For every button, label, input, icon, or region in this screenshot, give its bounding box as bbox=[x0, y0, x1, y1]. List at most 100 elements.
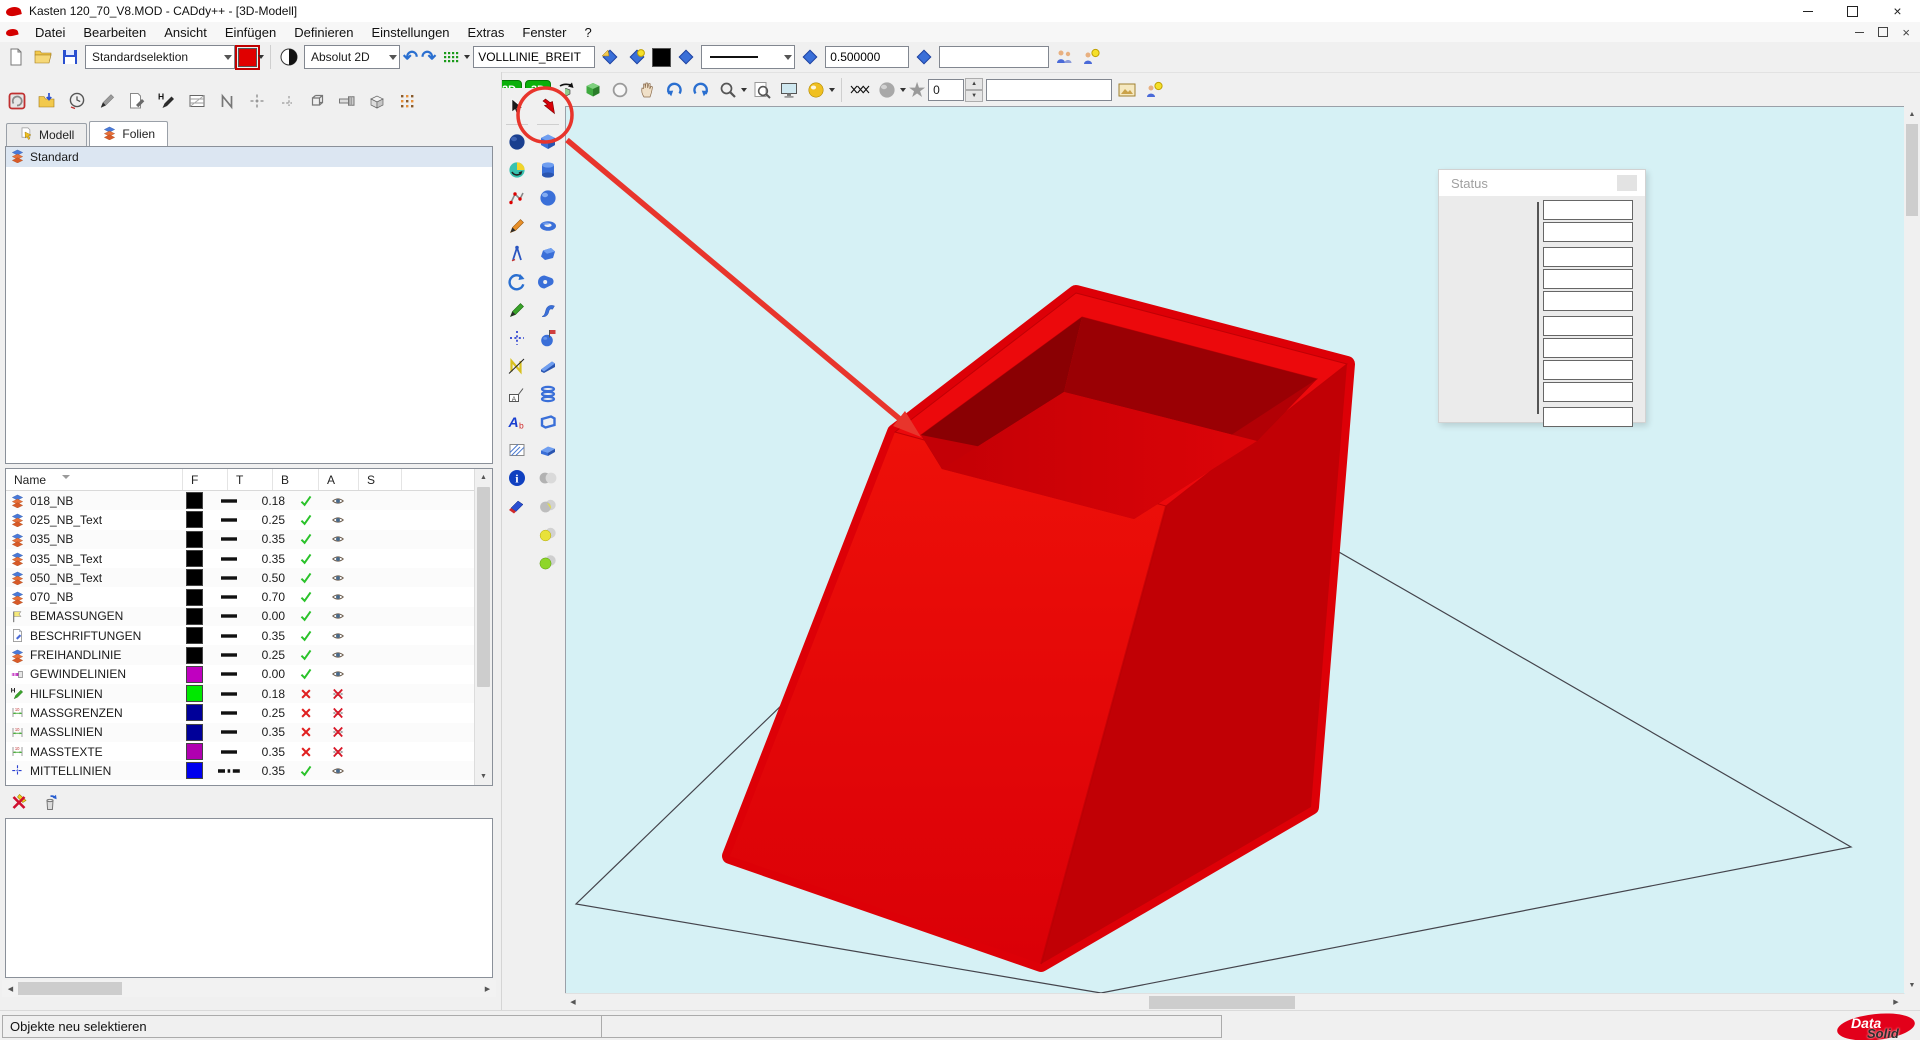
status-field-8[interactable] bbox=[1543, 360, 1633, 380]
layer-linewidth[interactable]: 0.00 bbox=[248, 607, 290, 626]
layer-color-swatch[interactable] bbox=[176, 530, 212, 549]
layer-row-masstexte[interactable]: 10MASSTEXTE0.35 bbox=[6, 742, 492, 761]
layer-active-check-icon[interactable] bbox=[290, 645, 321, 664]
tool-pencil-green[interactable] bbox=[504, 297, 530, 323]
line-width-input[interactable] bbox=[825, 46, 909, 68]
spinner-down-icon[interactable]: ▼ bbox=[965, 90, 983, 102]
status-field-6[interactable] bbox=[1543, 316, 1633, 336]
menu-ansicht[interactable]: Ansicht bbox=[155, 25, 216, 40]
close-button[interactable]: × bbox=[1875, 0, 1920, 22]
layer-color-swatch[interactable] bbox=[176, 742, 212, 761]
tool-spheres-gray[interactable] bbox=[535, 465, 561, 491]
chevron-down-icon[interactable] bbox=[389, 55, 397, 60]
viewport-horizontal-scrollbar[interactable]: ◀ ▶ bbox=[565, 993, 1904, 1011]
side-tool-grid-dots-orange[interactable] bbox=[394, 88, 420, 114]
layer-active-check-icon[interactable] bbox=[290, 626, 321, 645]
layer-active-check-icon[interactable] bbox=[290, 568, 321, 587]
layer-linewidth[interactable]: 0.35 bbox=[248, 723, 290, 742]
tool-sphere-green[interactable] bbox=[535, 549, 561, 575]
tool-sphere-navy[interactable] bbox=[504, 129, 530, 155]
undo-button[interactable]: ↶ bbox=[403, 48, 418, 66]
scroll-up-icon[interactable]: ▲ bbox=[1904, 106, 1920, 122]
side-tool-page-pencil[interactable] bbox=[124, 88, 150, 114]
zoom-button[interactable] bbox=[716, 78, 747, 102]
layer-row-050_nb_text[interactable]: 050_NB_Text0.50 bbox=[6, 568, 492, 587]
layer-hidden-icon[interactable] bbox=[321, 684, 355, 703]
scroll-right-icon[interactable]: ▶ bbox=[479, 980, 496, 997]
tool-torus-blue[interactable] bbox=[535, 213, 561, 239]
linetype-apply-icon[interactable] bbox=[598, 45, 622, 69]
layer-row-025_nb_text[interactable]: 025_NB_Text0.25 bbox=[6, 510, 492, 529]
layer-linestyle[interactable] bbox=[212, 723, 248, 742]
layer-linewidth[interactable]: 0.25 bbox=[248, 703, 290, 722]
status-field-2[interactable] bbox=[1543, 222, 1633, 242]
layer-color-swatch[interactable] bbox=[176, 549, 212, 568]
tool-label-a[interactable]: A bbox=[504, 381, 530, 407]
menu-definieren[interactable]: Definieren bbox=[285, 25, 362, 40]
tool-prism-blue[interactable] bbox=[535, 241, 561, 267]
tool-cursor-black[interactable] bbox=[504, 94, 530, 120]
layer-row-masslinien[interactable]: 10MASSLINIEN0.35 bbox=[6, 723, 492, 742]
layer-active-check-icon[interactable] bbox=[290, 510, 321, 529]
tool-sphere-teal[interactable] bbox=[504, 157, 530, 183]
tool-spring-blue[interactable] bbox=[535, 381, 561, 407]
layer-row-beschriftungen[interactable]: BESCHRIFTUNGEN0.35 bbox=[6, 626, 492, 645]
chevron-down-icon[interactable] bbox=[784, 55, 792, 60]
linetype-input[interactable] bbox=[473, 46, 595, 68]
column-header-a[interactable]: A bbox=[319, 469, 359, 490]
table-vertical-scrollbar[interactable]: ▲ ▼ bbox=[474, 469, 492, 785]
line-style-dropdown[interactable] bbox=[701, 45, 795, 69]
coordinate-mode-dropdown[interactable]: Absolut 2D bbox=[304, 45, 400, 69]
menu-einfgen[interactable]: Einfügen bbox=[216, 25, 285, 40]
layer-linewidth[interactable]: 0.00 bbox=[248, 665, 290, 684]
tool-pencil-orange[interactable] bbox=[504, 213, 530, 239]
scroll-left-icon[interactable]: ◀ bbox=[2, 980, 19, 997]
layer-visible-eye-icon[interactable] bbox=[321, 491, 355, 510]
layer-linewidth[interactable]: 0.35 bbox=[248, 530, 290, 549]
layer-linewidth[interactable]: 0.25 bbox=[248, 645, 290, 664]
layer-linewidth[interactable]: 0.35 bbox=[248, 742, 290, 761]
layer-active-check-icon[interactable] bbox=[290, 530, 321, 549]
scroll-left-icon[interactable]: ◀ bbox=[565, 994, 581, 1010]
layer-hidden-icon[interactable] bbox=[321, 703, 355, 722]
side-tool-folder-1[interactable] bbox=[34, 88, 60, 114]
tool-hatch-blue[interactable] bbox=[504, 437, 530, 463]
side-tool-n-lines[interactable] bbox=[214, 88, 240, 114]
layer-lamp-button[interactable] bbox=[1079, 45, 1103, 69]
tool-sphere-yellow-gray[interactable] bbox=[535, 521, 561, 547]
layer-linewidth[interactable]: 0.50 bbox=[248, 568, 290, 587]
toolbar2-input[interactable] bbox=[986, 79, 1112, 101]
shaded-view-button[interactable] bbox=[581, 78, 605, 102]
scroll-right-icon[interactable]: ▶ bbox=[1888, 994, 1904, 1010]
status-field-1[interactable] bbox=[1543, 200, 1633, 220]
tool-text-ab[interactable]: Ab bbox=[504, 409, 530, 435]
layer-linewidth[interactable]: 0.35 bbox=[248, 761, 290, 780]
layer-hidden-icon[interactable] bbox=[321, 742, 355, 761]
model-viewport[interactable]: Status bbox=[565, 106, 1905, 994]
color-swatch[interactable] bbox=[652, 48, 671, 67]
dropdown-arrow-icon[interactable] bbox=[829, 88, 835, 92]
tool-cube-blue[interactable] bbox=[535, 129, 561, 155]
layer-color-swatch[interactable] bbox=[176, 626, 212, 645]
layer-visible-eye-icon[interactable] bbox=[321, 530, 355, 549]
new-file-button[interactable] bbox=[4, 45, 28, 69]
layer-visible-eye-icon[interactable] bbox=[321, 645, 355, 664]
grid-settings-button[interactable] bbox=[439, 45, 470, 69]
layer-visible-eye-icon[interactable] bbox=[321, 568, 355, 587]
side-tool-cube-wire[interactable] bbox=[304, 88, 330, 114]
layer-visible-eye-icon[interactable] bbox=[321, 607, 355, 626]
status-field-3[interactable] bbox=[1543, 247, 1633, 267]
maximize-button[interactable] bbox=[1830, 0, 1875, 22]
layer-active-check-icon[interactable] bbox=[290, 665, 321, 684]
tool-cylinder-blue[interactable] bbox=[535, 157, 561, 183]
side-tool-bolt-side[interactable] bbox=[334, 88, 360, 114]
pan-button[interactable] bbox=[635, 78, 659, 102]
layer-row-035_nb_text[interactable]: 035_NB_Text0.35 bbox=[6, 549, 492, 568]
redo-button[interactable]: ↷ bbox=[421, 48, 436, 66]
layer-color-swatch[interactable] bbox=[176, 645, 212, 664]
layer-row-gewindelinien[interactable]: GEWINDELINIEN0.00 bbox=[6, 665, 492, 684]
linetype-lamp-icon[interactable] bbox=[625, 45, 649, 69]
status-field-4[interactable] bbox=[1543, 269, 1633, 289]
mdi-restore-button[interactable] bbox=[1878, 27, 1888, 37]
layer-linestyle[interactable] bbox=[212, 742, 248, 761]
